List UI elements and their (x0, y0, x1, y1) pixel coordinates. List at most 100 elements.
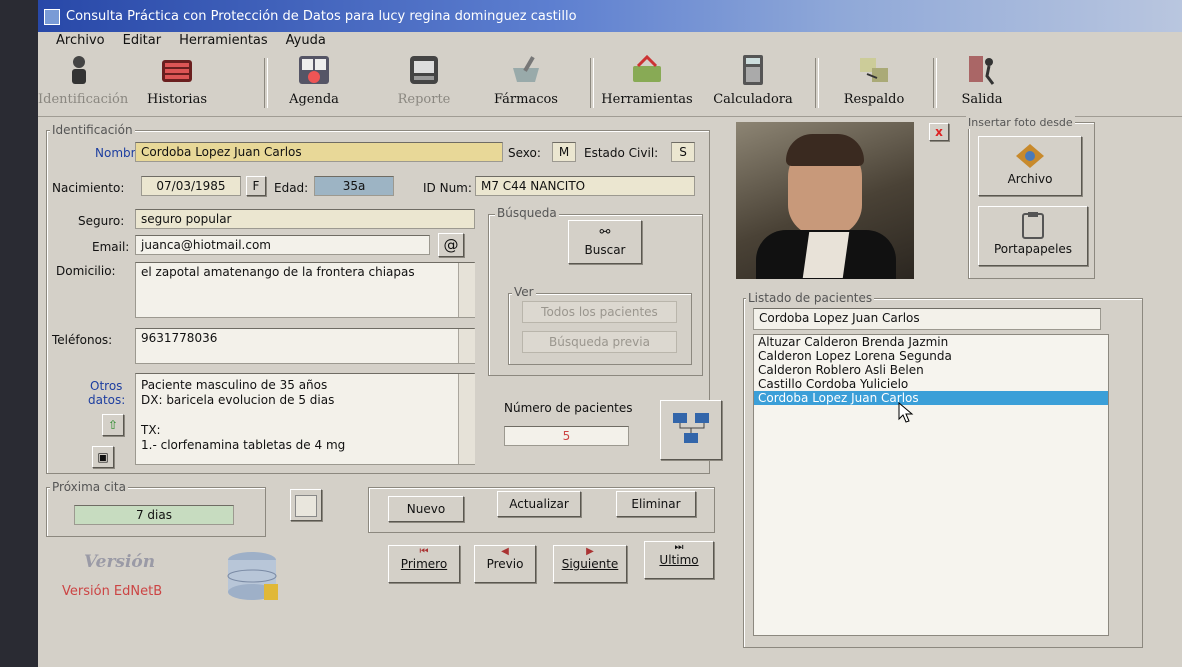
version-logo: Versión (84, 552, 156, 572)
busqueda-previa-button[interactable]: Búsqueda previa (522, 331, 677, 353)
buscar-button[interactable]: ⚯ Buscar (568, 220, 642, 264)
binoculars-icon: ⚯ (599, 225, 611, 240)
exit-icon (969, 56, 995, 85)
portapapeles-label: Portapapeles (993, 242, 1073, 256)
id-num-field[interactable]: M7 C44 NANCITO (475, 176, 695, 196)
previo-label: Previo (486, 557, 524, 571)
sexo-field[interactable]: M (552, 142, 576, 162)
seguro-label: Seguro: (78, 214, 125, 228)
backup-icon (860, 58, 888, 82)
title-bar: Consulta Práctica con Protección de Dato… (38, 0, 1182, 32)
network-button[interactable] (660, 400, 722, 460)
upload-button[interactable]: ⇧ (102, 414, 124, 436)
toolbar-calculadora-button[interactable]: Calculadora (709, 54, 797, 112)
previo-button[interactable]: ◀ Previo (474, 545, 536, 583)
toolbar-respaldo-button[interactable]: Respaldo (833, 54, 915, 112)
fecha-button[interactable]: F (246, 176, 266, 196)
numero-pacientes-field: 5 (504, 426, 629, 446)
otros-label: Otros (90, 379, 123, 393)
patient-search-field[interactable]: Cordoba Lopez Juan Carlos (753, 308, 1101, 330)
toolbar-label: Herramientas (601, 92, 693, 107)
actualizar-button[interactable]: Actualizar (497, 491, 581, 517)
calendar-icon (299, 56, 329, 84)
patient-list: Altuzar Calderon Brenda Jazmin Calderon … (753, 334, 1109, 636)
mouse-cursor-icon (898, 402, 914, 423)
otros-line: TX: (141, 423, 161, 437)
numero-pacientes-label: Número de pacientes (504, 401, 633, 415)
next-icon: ▶ (586, 546, 594, 557)
clipboard-icon (1022, 212, 1044, 239)
at-icon: @ (443, 236, 459, 254)
save-button[interactable]: ▣ (92, 446, 114, 468)
toolbar-herramientas-button[interactable]: Herramientas (594, 54, 700, 112)
nacimiento-field[interactable]: 07/03/1985 (141, 176, 241, 196)
seguro-field[interactable]: seguro popular (135, 209, 475, 229)
toolbar-separator (933, 58, 937, 108)
patient-list-item[interactable]: Castillo Cordoba Yulicielo (754, 377, 1108, 391)
menu-archivo[interactable]: Archivo (56, 32, 105, 50)
domicilio-scrollbar[interactable] (458, 263, 475, 317)
siguiente-button[interactable]: ▶ Siguiente (553, 545, 627, 583)
nombre-field[interactable]: Cordoba Lopez Juan Carlos (135, 142, 503, 162)
identificacion-group-label: Identificación (50, 123, 135, 137)
menu-bar: Archivo Editar Herramientas Ayuda (38, 32, 1182, 50)
eliminar-button[interactable]: Eliminar (616, 491, 696, 517)
calculator-icon (743, 55, 763, 85)
email-label: Email: (92, 240, 130, 254)
archivo-label: Archivo (1007, 172, 1053, 186)
database-icon (227, 552, 278, 600)
primero-button[interactable]: ⏮ Primero (388, 545, 460, 583)
otros-datos-scrollbar[interactable] (458, 374, 475, 464)
toolbar-salida-button[interactable]: Salida (952, 54, 1012, 112)
proxima-cita-label: Próxima cita (50, 480, 128, 494)
email-field[interactable]: juanca@hiotmail.com (135, 235, 430, 255)
todos-los-pacientes-button[interactable]: Todos los pacientes (522, 301, 677, 323)
toolbar-agenda-button[interactable]: Agenda (273, 54, 355, 112)
portapapeles-button[interactable]: Portapapeles (978, 206, 1088, 266)
proxima-cita-field[interactable]: 7 dias (74, 505, 234, 525)
toolbar-label: Agenda (289, 92, 339, 107)
siguiente-label: Siguiente (561, 557, 619, 571)
otros-line (141, 408, 469, 423)
menu-ayuda[interactable]: Ayuda (286, 32, 326, 50)
otros-datos-field[interactable]: Paciente masculino de 35 años DX: barice… (135, 373, 475, 465)
toolbar-identificacion-button[interactable]: Identificación (38, 54, 128, 112)
menu-editar[interactable]: Editar (123, 32, 162, 50)
application-window: Consulta Práctica con Protección de Dato… (38, 0, 1182, 667)
primero-label: Primero (400, 557, 448, 571)
archivo-photo-button[interactable]: Archivo (978, 136, 1082, 196)
floppy-icon: ▣ (97, 450, 109, 464)
cita-calendar-button[interactable] (290, 489, 322, 521)
previous-icon: ◀ (501, 546, 509, 557)
otros-line: Paciente masculino de 35 años (141, 378, 328, 392)
patient-list-item[interactable]: Calderon Lopez Lorena Segunda (754, 349, 1108, 363)
telefonos-scrollbar[interactable] (458, 329, 475, 363)
report-icon (410, 56, 438, 84)
toolbar-label: Historias (146, 92, 207, 107)
patient-list-item-selected[interactable]: Cordoba Lopez Juan Carlos (754, 391, 1108, 405)
patient-list-item[interactable]: Altuzar Calderon Brenda Jazmin (754, 335, 1108, 349)
network-icon (673, 413, 709, 443)
domicilio-field[interactable]: el zapotal amatenango de la frontera chi… (135, 262, 475, 318)
ver-group-label: Ver (512, 285, 536, 299)
datos-label: datos: (88, 393, 126, 407)
toolbar-reporte-button[interactable]: Reporte (383, 54, 465, 112)
telefonos-field[interactable]: 9631778036 (135, 328, 475, 364)
nuevo-button[interactable]: Nuevo (388, 496, 464, 522)
toolbar-historias-button[interactable]: Historias (136, 54, 218, 112)
toolbar: Identificación Historias Agenda Reporte … (38, 50, 1182, 117)
otros-line: DX: baricela evolucion de 5 dias (141, 393, 335, 407)
email-send-button[interactable]: @ (438, 233, 464, 257)
toolbar-separator (264, 58, 268, 108)
telefonos-label: Teléfonos: (52, 333, 113, 347)
estado-civil-field[interactable]: S (671, 142, 695, 162)
toolbar-farmacos-button[interactable]: Fármacos (485, 54, 567, 112)
remove-photo-button[interactable]: x (929, 123, 949, 141)
toolbar-separator (815, 58, 819, 108)
menu-herramientas[interactable]: Herramientas (179, 32, 268, 50)
toolbox-icon (633, 54, 661, 82)
buscar-label: Buscar (584, 243, 626, 257)
ultimo-label: Ultimo (659, 553, 699, 567)
ultimo-button[interactable]: ⏭ Ultimo (644, 541, 714, 579)
patient-list-item[interactable]: Calderon Roblero Asli Belen (754, 363, 1108, 377)
